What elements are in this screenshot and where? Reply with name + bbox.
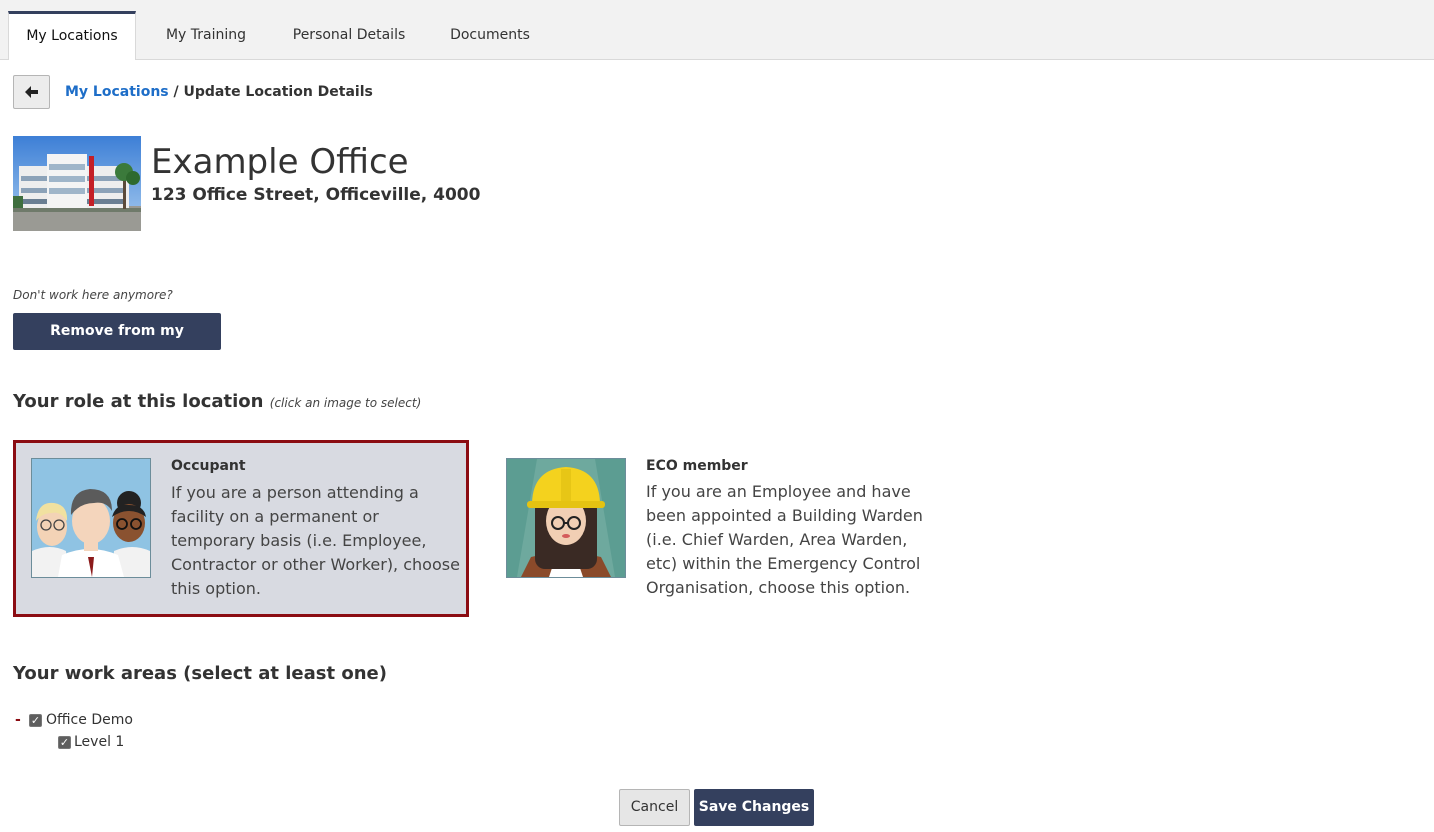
breadcrumb: My Locations / Update Location Details: [65, 84, 373, 100]
tree-collapse-toggle[interactable]: -: [15, 712, 21, 728]
work-areas-heading: Your work areas (select at least one): [13, 663, 387, 684]
tab-personal-details[interactable]: Personal Details: [278, 11, 420, 60]
eco-title: ECO member: [646, 458, 748, 474]
breadcrumb-current: Update Location Details: [183, 84, 373, 100]
breadcrumb-separator: /: [173, 84, 179, 100]
back-button[interactable]: [13, 75, 50, 109]
role-heading-text: Your role at this location: [13, 391, 264, 412]
cancel-button[interactable]: Cancel: [619, 789, 690, 826]
occupant-title: Occupant: [171, 458, 246, 474]
arrow-left-icon: [24, 86, 38, 98]
role-heading: Your role at this location (click an ima…: [13, 391, 421, 412]
location-name: Example Office: [151, 142, 409, 182]
level-1-checkbox[interactable]: ✓: [58, 736, 71, 749]
office-demo-label[interactable]: Office Demo: [46, 712, 133, 728]
tab-bar: My Locations My Training Personal Detail…: [0, 0, 1434, 60]
role-card-eco[interactable]: ECO member If you are an Employee and ha…: [488, 440, 944, 617]
remove-hint: Don't work here anymore?: [13, 288, 173, 302]
tab-documents[interactable]: Documents: [436, 11, 544, 60]
tab-my-locations[interactable]: My Locations: [8, 11, 136, 60]
role-heading-hint: (click an image to select): [269, 396, 422, 410]
role-card-occupant[interactable]: Occupant If you are a person attending a…: [13, 440, 469, 617]
occupant-description: If you are a person attending a facility…: [171, 483, 460, 598]
office-demo-checkbox[interactable]: ✓: [29, 714, 42, 727]
remove-location-button[interactable]: Remove from my locations: [13, 313, 221, 376]
breadcrumb-link-my-locations[interactable]: My Locations: [65, 84, 169, 100]
occupant-image[interactable]: [31, 458, 151, 578]
location-address: 123 Office Street, Officeville, 4000: [151, 185, 481, 205]
level-1-label[interactable]: Level 1: [74, 734, 124, 750]
tab-my-training[interactable]: My Training: [150, 11, 262, 60]
eco-member-image[interactable]: [506, 458, 626, 578]
save-changes-button[interactable]: Save Changes: [694, 789, 814, 826]
eco-description: If you are an Employee and have been app…: [646, 482, 923, 597]
location-photo: [13, 136, 141, 231]
